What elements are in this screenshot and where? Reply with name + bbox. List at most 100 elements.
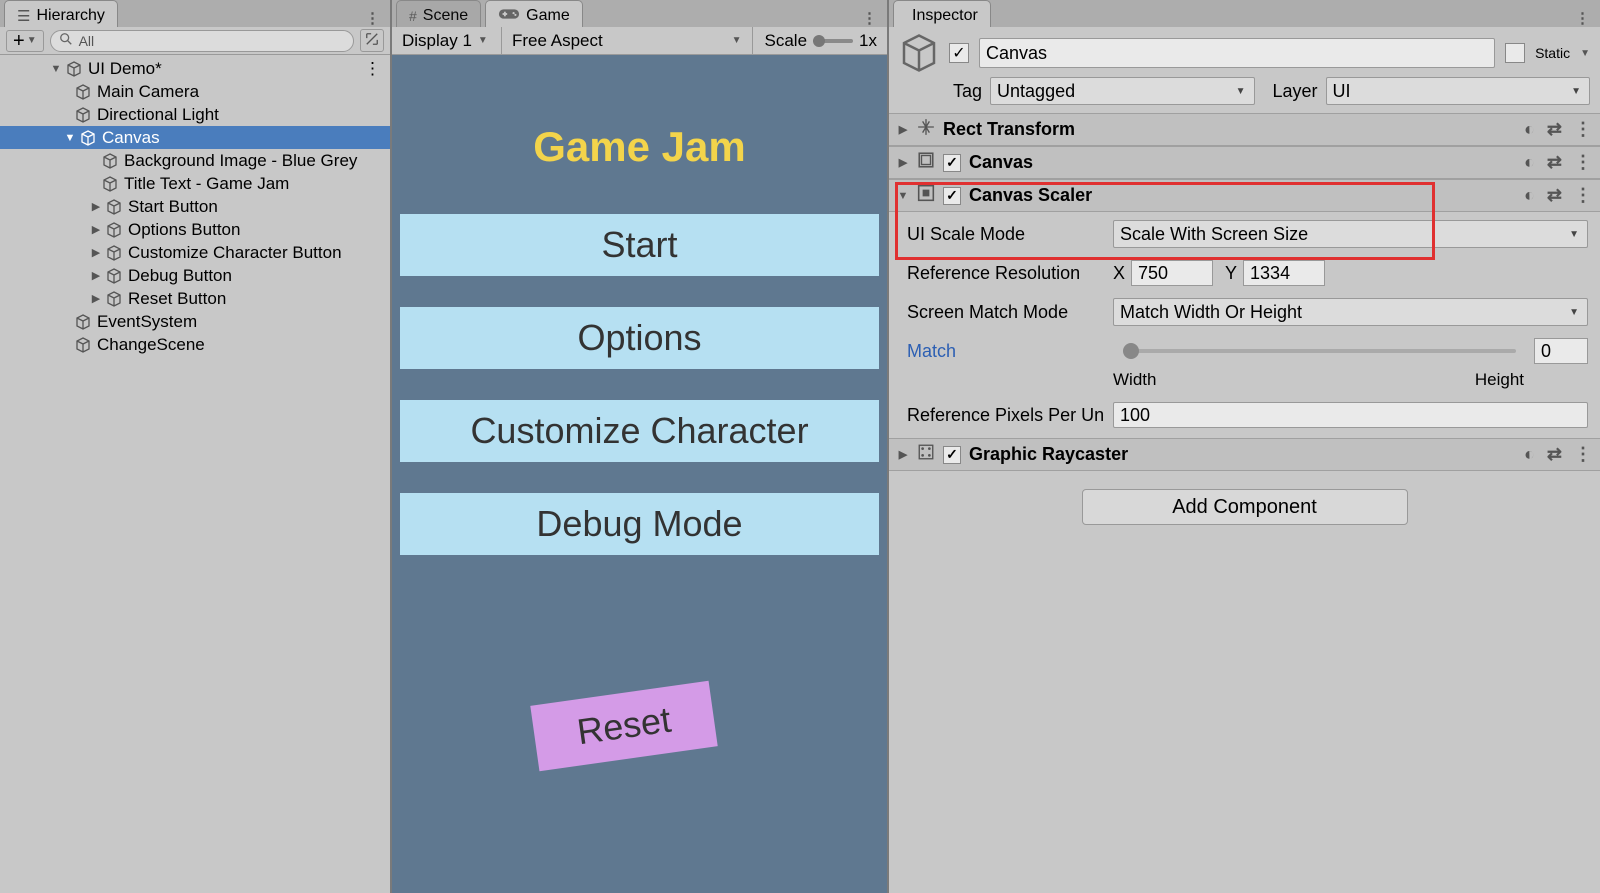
hierarchy-item-changescene[interactable]: ChangeScene	[0, 333, 390, 356]
foldout-arrow-icon[interactable]: ▶	[90, 246, 102, 259]
hierarchy-item-canvas[interactable]: ▼ Canvas	[0, 126, 390, 149]
inspector-tab[interactable]: Inspector	[893, 0, 991, 27]
component-menu-icon[interactable]: ⋮	[1574, 185, 1592, 206]
reset-button[interactable]: Reset	[530, 681, 717, 771]
create-dropdown[interactable]: + ▼	[6, 30, 44, 52]
hierarchy-item-main-camera[interactable]: Main Camera	[0, 80, 390, 103]
add-component-button[interactable]: Add Component	[1082, 489, 1408, 525]
help-icon[interactable]: ◐	[1524, 119, 1535, 140]
foldout-arrow-icon[interactable]: ▶	[90, 223, 102, 236]
tag-value: Untagged	[997, 81, 1075, 102]
scene-tab[interactable]: # Scene	[396, 0, 481, 27]
panel-menu-icon[interactable]: ⋮	[862, 9, 877, 27]
raycaster-icon	[917, 443, 935, 466]
scale-control[interactable]: Scale 1x	[753, 27, 888, 54]
foldout-arrow-icon[interactable]: ▼	[64, 132, 76, 144]
screen-match-dropdown[interactable]: Match Width Or Height▼	[1113, 298, 1588, 326]
panel-menu-icon[interactable]: ⋮	[1575, 9, 1590, 27]
item-label: Reset Button	[126, 289, 226, 309]
ref-x-field[interactable]	[1131, 260, 1213, 286]
link-icon[interactable]	[360, 29, 384, 52]
controller-icon	[498, 7, 520, 25]
help-icon[interactable]: ◐	[1524, 444, 1535, 465]
match-row: Match	[907, 338, 1588, 364]
item-label: ChangeScene	[95, 335, 205, 355]
width-leg: Width	[1113, 370, 1156, 390]
component-menu-icon[interactable]: ⋮	[1574, 152, 1592, 173]
field-label: Reference Resolution	[907, 263, 1105, 284]
aspect-dropdown[interactable]: Free Aspect ▼	[502, 27, 753, 54]
enable-checkbox[interactable]: ✓	[943, 187, 961, 205]
match-slider[interactable]	[1123, 349, 1516, 353]
panel-menu-icon[interactable]: ⋮	[365, 9, 380, 27]
customize-button[interactable]: Customize Character	[400, 400, 879, 462]
hierarchy-item-bg[interactable]: Background Image - Blue Grey	[0, 149, 390, 172]
component-menu-icon[interactable]: ⋮	[1574, 119, 1592, 140]
hierarchy-item-eventsystem[interactable]: EventSystem	[0, 310, 390, 333]
hierarchy-item-title[interactable]: Title Text - Game Jam	[0, 172, 390, 195]
app-root: ☰ Hierarchy ⋮ + ▼ All	[0, 0, 1600, 893]
scene-row[interactable]: ▼ UI Demo* ⋮	[0, 57, 390, 80]
start-button[interactable]: Start	[400, 214, 879, 276]
foldout-arrow-icon[interactable]: ▶	[897, 448, 909, 461]
tag-dropdown[interactable]: Untagged▼	[990, 77, 1254, 105]
inspector-panel: Inspector ⋮ ✓ Static ▼ Tag Untagged▼	[889, 0, 1600, 893]
rppu-field[interactable]	[1113, 402, 1588, 428]
chevron-down-icon[interactable]: ▼	[1580, 48, 1590, 59]
height-leg: Height	[1475, 370, 1524, 390]
component-menu-icon[interactable]: ⋮	[1574, 444, 1592, 465]
ref-y-field[interactable]	[1243, 260, 1325, 286]
scale-slider[interactable]	[813, 39, 853, 43]
foldout-arrow-icon[interactable]: ▼	[50, 63, 62, 75]
foldout-arrow-icon[interactable]: ▶	[897, 156, 909, 169]
preset-icon[interactable]: ⇄	[1547, 152, 1562, 173]
hierarchy-item-customize[interactable]: ▶ Customize Character Button	[0, 241, 390, 264]
gameobject-icon	[106, 222, 122, 238]
foldout-arrow-icon[interactable]: ▼	[897, 190, 909, 202]
game-tab[interactable]: Game	[485, 0, 583, 27]
preset-icon[interactable]: ⇄	[1547, 185, 1562, 206]
hierarchy-item-options[interactable]: ▶ Options Button	[0, 218, 390, 241]
canvas-header[interactable]: ▶ ✓ Canvas ◐ ⇄ ⋮	[889, 146, 1600, 179]
chevron-down-icon: ▼	[1569, 229, 1579, 240]
preset-icon[interactable]: ⇄	[1547, 119, 1562, 140]
tag-layer-row: Tag Untagged▼ Layer UI▼	[889, 75, 1600, 113]
hierarchy-toolbar: + ▼ All	[0, 27, 390, 55]
rect-transform-header[interactable]: ▶ Rect Transform ◐ ⇄ ⋮	[889, 113, 1600, 146]
hierarchy-item-debug[interactable]: ▶ Debug Button	[0, 264, 390, 287]
hierarchy-tab[interactable]: ☰ Hierarchy	[4, 0, 118, 27]
rppu-row: Reference Pixels Per Un	[907, 402, 1588, 428]
debug-button[interactable]: Debug Mode	[400, 493, 879, 555]
ui-scale-mode-row: UI Scale Mode Scale With Screen Size▼	[907, 220, 1588, 248]
help-icon[interactable]: ◐	[1524, 152, 1535, 173]
hierarchy-item-reset[interactable]: ▶ Reset Button	[0, 287, 390, 310]
game-tab-label: Game	[526, 7, 570, 25]
hierarchy-search[interactable]: All	[50, 30, 354, 52]
help-icon[interactable]: ◐	[1524, 185, 1535, 206]
preset-icon[interactable]: ⇄	[1547, 444, 1562, 465]
match-value-field[interactable]	[1534, 338, 1588, 364]
hierarchy-item-start[interactable]: ▶ Start Button	[0, 195, 390, 218]
field-label: Reference Pixels Per Un	[907, 405, 1105, 426]
canvas-scaler-header[interactable]: ▼ ✓ Canvas Scaler ◐ ⇄ ⋮	[889, 179, 1600, 212]
hierarchy-item-directional-light[interactable]: Directional Light	[0, 103, 390, 126]
graphic-raycaster-header[interactable]: ▶ ✓ Graphic Raycaster ◐ ⇄ ⋮	[889, 438, 1600, 471]
inspector-header: ✓ Static ▼	[889, 27, 1600, 75]
foldout-arrow-icon[interactable]: ▶	[90, 200, 102, 213]
foldout-arrow-icon[interactable]: ▶	[90, 292, 102, 305]
enable-checkbox[interactable]: ✓	[943, 446, 961, 464]
foldout-arrow-icon[interactable]: ▶	[90, 269, 102, 282]
foldout-arrow-icon[interactable]: ▶	[897, 123, 909, 136]
canvas-icon	[917, 151, 935, 174]
display-dropdown[interactable]: Display 1 ▼	[392, 27, 502, 54]
static-checkbox[interactable]	[1505, 43, 1525, 63]
gameobject-icon	[75, 337, 91, 353]
active-checkbox[interactable]: ✓	[949, 43, 969, 63]
item-label: Debug Button	[126, 266, 232, 286]
layer-dropdown[interactable]: UI▼	[1326, 77, 1590, 105]
ui-scale-mode-dropdown[interactable]: Scale With Screen Size▼	[1113, 220, 1588, 248]
options-button[interactable]: Options	[400, 307, 879, 369]
enable-checkbox[interactable]: ✓	[943, 154, 961, 172]
scene-menu-icon[interactable]: ⋮	[364, 59, 390, 79]
name-field[interactable]	[979, 38, 1495, 68]
